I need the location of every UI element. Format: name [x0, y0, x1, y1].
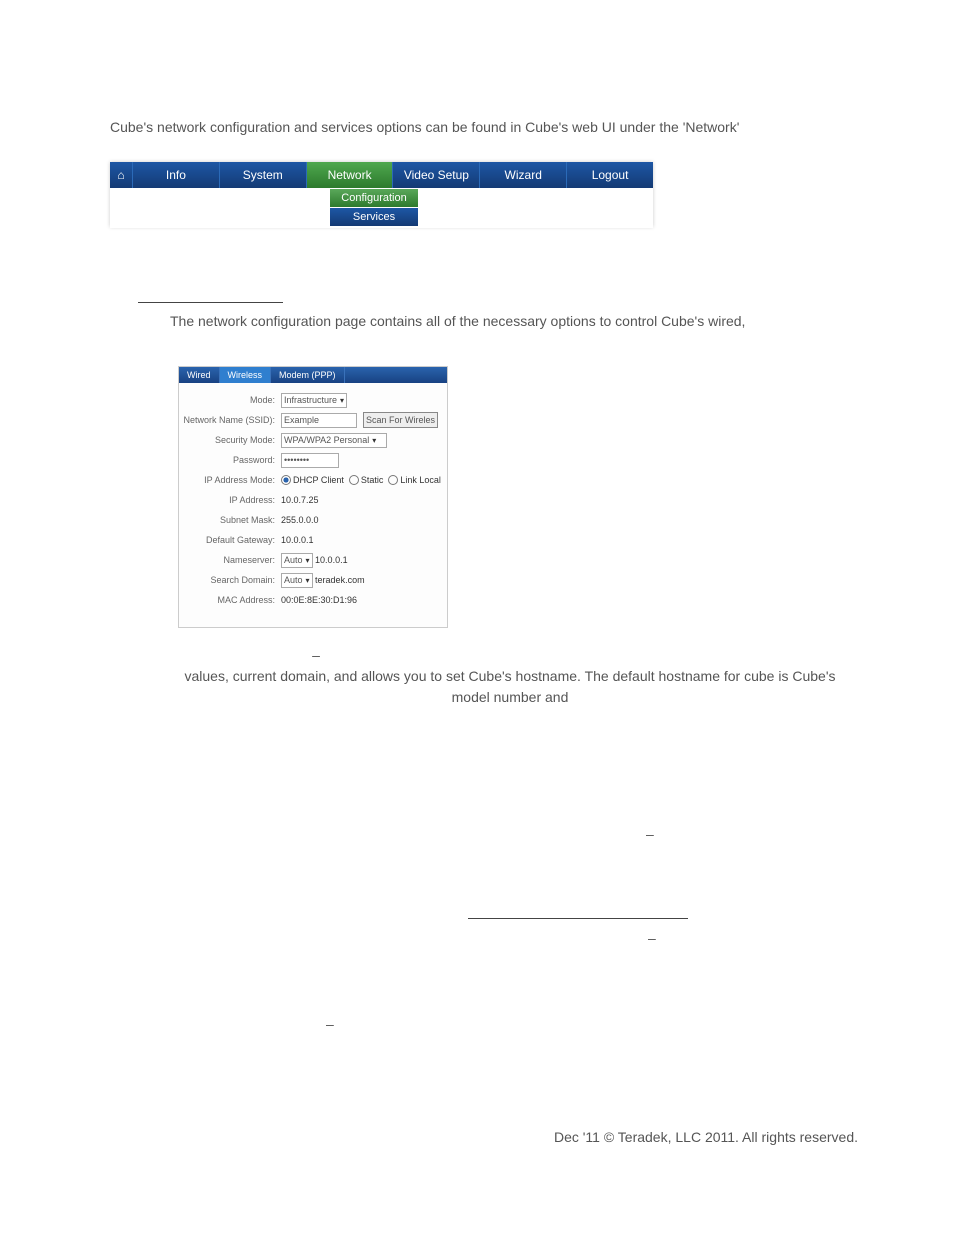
subtab-configuration[interactable]: Configuration [330, 189, 418, 207]
radio-static[interactable] [349, 475, 359, 485]
nav-system[interactable]: System [220, 162, 307, 188]
chevron-down-icon: ▾ [340, 396, 344, 405]
label-ssid: Network Name (SSID): [179, 415, 281, 425]
label-mask: Subnet Mask: [179, 515, 281, 525]
panel-tabs: Wired Wireless Modem (PPP) [179, 367, 447, 383]
nav-network[interactable]: Network [307, 162, 394, 188]
tab-wireless[interactable]: Wireless [220, 367, 272, 383]
nav-screenshot: ⌂ Info System Network Video Setup Wizard… [110, 162, 653, 227]
sd-mode-select[interactable]: Auto▾ [281, 573, 313, 588]
ipmode-radios: DHCP Client Static Link Local [281, 475, 441, 486]
main-navbar: ⌂ Info System Network Video Setup Wizard… [110, 162, 653, 188]
label-gw: Default Gateway: [179, 535, 281, 545]
intro-text: Cube's network configuration and service… [110, 118, 850, 138]
chevron-down-icon: ▾ [372, 436, 376, 445]
dash-mark: – [646, 826, 654, 842]
mask-value: 255.0.0.0 [281, 515, 319, 525]
home-icon[interactable]: ⌂ [110, 162, 133, 188]
mac-value: 00:0E:8E:30:D1:96 [281, 595, 357, 605]
password-input[interactable]: •••••••• [281, 453, 339, 468]
document-page: Cube's network configuration and service… [0, 0, 954, 1235]
nav-logout[interactable]: Logout [567, 162, 653, 188]
ns-mode-select[interactable]: Auto▾ [281, 553, 313, 568]
radio-dhcp-label: DHCP Client [293, 475, 344, 485]
label-sd: Search Domain: [179, 575, 281, 585]
dash-mark: – [648, 930, 656, 946]
radio-dhcp[interactable] [281, 475, 291, 485]
label-ip: IP Address: [179, 495, 281, 505]
nav-wizard[interactable]: Wizard [480, 162, 567, 188]
tab-modem[interactable]: Modem (PPP) [271, 367, 345, 383]
gw-value: 10.0.0.1 [281, 535, 314, 545]
radio-linklocal-label: Link Local [400, 475, 441, 485]
chevron-down-icon: ▾ [306, 576, 310, 585]
netcfg-text: The network configuration page contains … [170, 312, 850, 332]
tab-wired[interactable]: Wired [179, 367, 220, 383]
footer-text: Dec '11 © Teradek, LLC 2011. All rights … [554, 1128, 858, 1148]
chevron-down-icon: ▾ [306, 556, 310, 565]
mode-select[interactable]: Infrastructure▾ [281, 393, 347, 408]
scan-wireless-button[interactable]: Scan For Wireles [363, 412, 438, 428]
subtab-services[interactable]: Services [330, 208, 418, 226]
nav-submenu: Configuration Services [110, 189, 653, 228]
divider [138, 302, 283, 303]
radio-linklocal[interactable] [388, 475, 398, 485]
nav-info[interactable]: Info [133, 162, 220, 188]
label-password: Password: [179, 455, 281, 465]
divider [468, 918, 688, 919]
wireless-config-panel: Wired Wireless Modem (PPP) Mode: Infrast… [178, 366, 448, 628]
values-text: values, current domain, and allows you t… [170, 666, 850, 708]
label-ipmode: IP Address Mode: [179, 475, 281, 485]
ssid-input[interactable]: Example [281, 413, 357, 428]
dash-mark: – [326, 1016, 334, 1032]
radio-static-label: Static [361, 475, 384, 485]
label-ns: Nameserver: [179, 555, 281, 565]
label-mac: MAC Address: [179, 595, 281, 605]
sd-value: teradek.com [315, 575, 365, 585]
nav-video-setup[interactable]: Video Setup [393, 162, 480, 188]
ns-value: 10.0.0.1 [315, 555, 348, 565]
dash-mark: – [308, 647, 324, 663]
label-mode: Mode: [179, 395, 281, 405]
ip-value: 10.0.7.25 [281, 495, 319, 505]
security-select[interactable]: WPA/WPA2 Personal▾ [281, 433, 387, 448]
label-security: Security Mode: [179, 435, 281, 445]
